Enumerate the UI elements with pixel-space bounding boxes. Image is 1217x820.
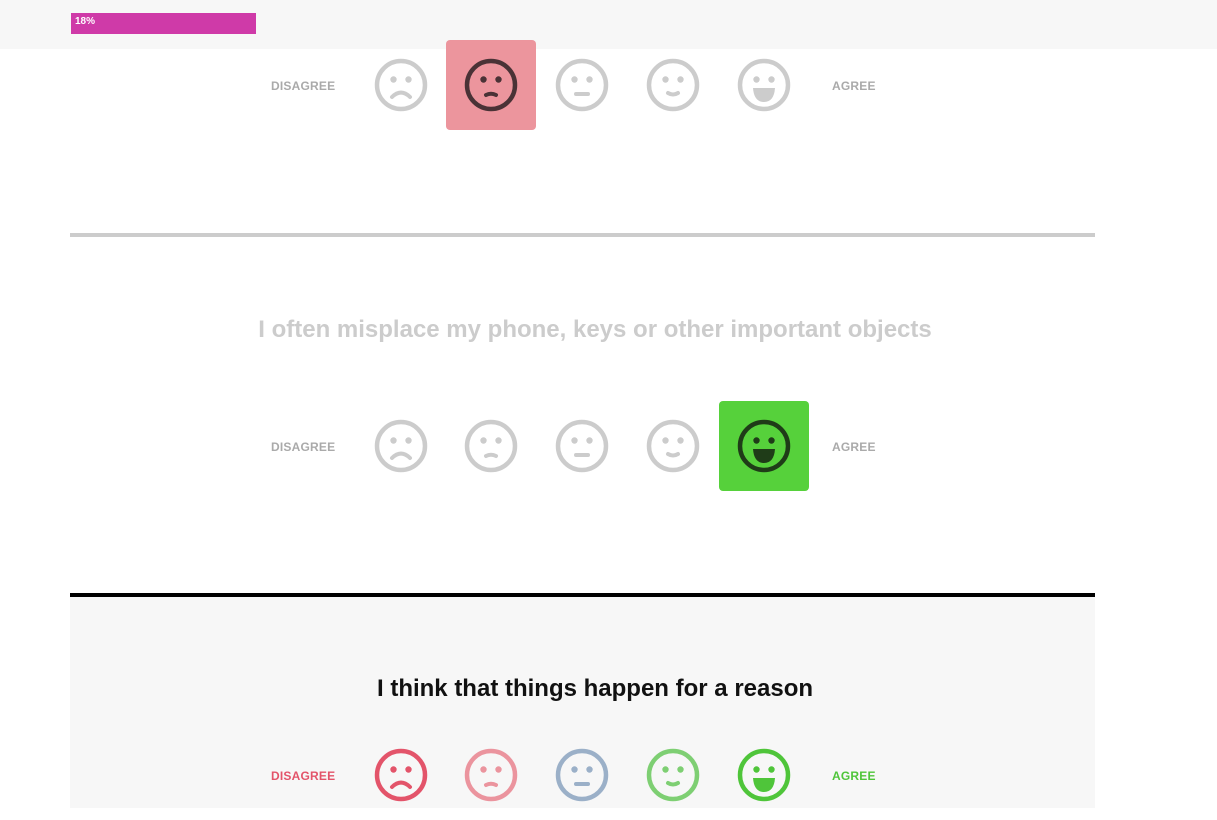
- disagree-label: DISAGREE: [271, 79, 336, 93]
- disagree-face-icon: [464, 58, 518, 112]
- neutral-face-icon: [555, 748, 609, 802]
- answer-option-strongly-disagree[interactable]: [356, 401, 446, 491]
- question-2: I often misplace my phone, keys or other…: [0, 237, 1217, 593]
- strongly-disagree-face-icon: [374, 58, 428, 112]
- agree-label: AGREE: [832, 440, 876, 454]
- strongly-agree-face-icon: [737, 748, 791, 802]
- question-3: I think that things happen for a reason …: [0, 597, 1217, 808]
- disagree-face-icon: [464, 748, 518, 802]
- scale-row: DISAGREE AGREE: [0, 730, 1217, 820]
- neutral-face-icon: [555, 419, 609, 473]
- disagree-label: DISAGREE: [271, 440, 336, 454]
- answer-option-strongly-agree[interactable]: [719, 730, 809, 820]
- answer-option-neutral[interactable]: [537, 40, 627, 130]
- answer-option-neutral[interactable]: [537, 401, 627, 491]
- strongly-agree-face-icon: [737, 419, 791, 473]
- answer-option-agree[interactable]: [628, 40, 718, 130]
- answer-option-disagree[interactable]: [446, 401, 536, 491]
- answer-option-strongly-agree[interactable]: [719, 40, 809, 130]
- answer-option-disagree[interactable]: [446, 40, 536, 130]
- strongly-disagree-face-icon: [374, 748, 428, 802]
- answer-option-agree[interactable]: [628, 401, 718, 491]
- disagree-label: DISAGREE: [271, 769, 336, 783]
- strongly-disagree-face-icon: [374, 419, 428, 473]
- agree-face-icon: [646, 748, 700, 802]
- question-1: DISAGREE AGREE: [0, 0, 1217, 236]
- question-title: I often misplace my phone, keys or other…: [258, 316, 932, 343]
- answer-option-agree[interactable]: [628, 730, 718, 820]
- scale-row: DISAGREE AGREE: [0, 40, 1217, 130]
- answer-option-strongly-disagree[interactable]: [356, 730, 446, 820]
- agree-label: AGREE: [832, 769, 876, 783]
- agree-face-icon: [646, 419, 700, 473]
- strongly-agree-face-icon: [737, 58, 791, 112]
- answer-option-disagree[interactable]: [446, 730, 536, 820]
- disagree-face-icon: [464, 419, 518, 473]
- question-title: I think that things happen for a reason: [376, 675, 814, 702]
- answer-option-strongly-disagree[interactable]: [356, 40, 446, 130]
- neutral-face-icon: [555, 58, 609, 112]
- answer-option-strongly-agree[interactable]: [719, 401, 809, 491]
- answer-option-neutral[interactable]: [537, 730, 627, 820]
- agree-label: AGREE: [832, 79, 876, 93]
- agree-face-icon: [646, 58, 700, 112]
- scale-row: DISAGREE AGREE: [0, 401, 1217, 491]
